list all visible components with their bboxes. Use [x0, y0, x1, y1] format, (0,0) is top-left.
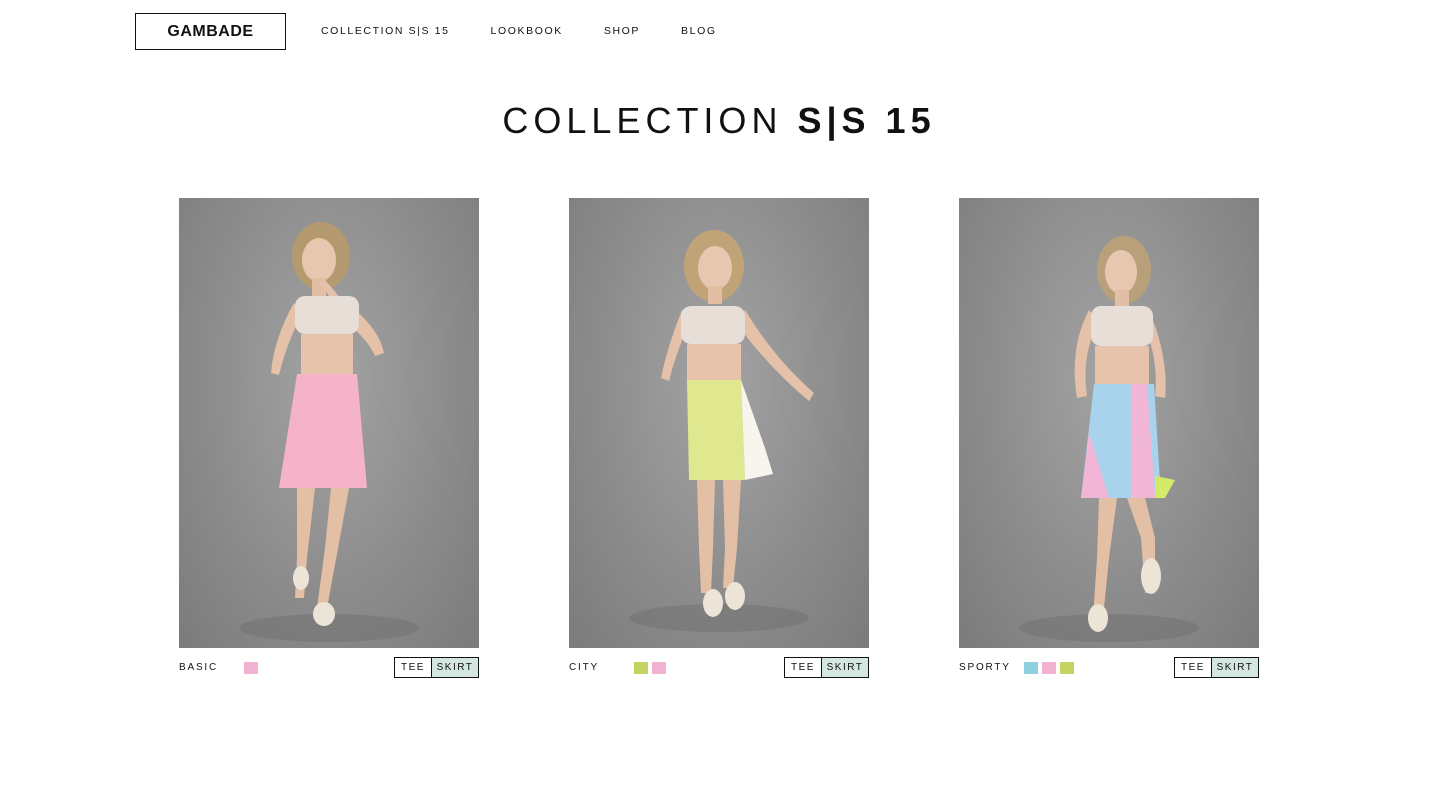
nav-blog[interactable]: BLOG [681, 25, 717, 37]
garment-toggle: TEE SKIRT [784, 657, 869, 678]
color-swatches [1024, 662, 1078, 674]
page-title-strong: S|S 15 [797, 100, 936, 141]
page-title: COLLECTION S|S 15 [0, 100, 1438, 142]
color-swatch[interactable] [1042, 662, 1056, 674]
skirt-shape [279, 374, 367, 488]
model-photo [1019, 236, 1199, 642]
site-header: GAMBADE COLLECTION S|S 15 LOOKBOOK SHOP … [0, 0, 1438, 64]
product-card-sporty: SPORTY TEE SKIRT [959, 198, 1259, 687]
color-swatch[interactable] [652, 662, 666, 674]
skirt-panel [1155, 476, 1175, 498]
product-image-sporty[interactable] [959, 198, 1259, 648]
product-name[interactable]: CITY [569, 662, 599, 673]
product-name[interactable]: SPORTY [959, 662, 1011, 673]
logo[interactable]: GAMBADE [135, 13, 286, 50]
skirt-option[interactable]: SKIRT [1212, 658, 1258, 677]
product-card-city: CITY TEE SKIRT [569, 198, 869, 687]
garment-toggle: TEE SKIRT [394, 657, 479, 678]
tee-option[interactable]: TEE [1175, 658, 1212, 677]
nav-lookbook[interactable]: LOOKBOOK [491, 25, 563, 37]
product-footer-city: CITY TEE SKIRT [569, 657, 869, 687]
product-image-basic[interactable] [179, 198, 479, 648]
skirt-option[interactable]: SKIRT [432, 658, 478, 677]
tee-option[interactable]: TEE [785, 658, 822, 677]
color-swatches [244, 662, 262, 674]
color-swatches [634, 662, 670, 674]
product-footer-basic: BASIC TEE SKIRT [179, 657, 479, 687]
color-swatch[interactable] [1060, 662, 1074, 674]
nav-shop[interactable]: SHOP [604, 25, 640, 37]
skirt-panel [741, 380, 773, 480]
product-card-basic: BASIC TEE SKIRT [179, 198, 479, 687]
tee-option[interactable]: TEE [395, 658, 432, 677]
color-swatch[interactable] [1024, 662, 1038, 674]
product-footer-sporty: SPORTY TEE SKIRT [959, 657, 1259, 687]
main-nav: COLLECTION S|S 15 LOOKBOOK SHOP BLOG [321, 25, 758, 37]
color-swatch[interactable] [634, 662, 648, 674]
model-photo [629, 230, 814, 632]
color-swatch[interactable] [244, 662, 258, 674]
page-title-light: COLLECTION [502, 100, 783, 141]
product-image-city[interactable] [569, 198, 869, 648]
skirt-shape [687, 380, 745, 480]
nav-collection[interactable]: COLLECTION S|S 15 [321, 25, 450, 37]
skirt-option[interactable]: SKIRT [822, 658, 868, 677]
model-photo [239, 222, 419, 642]
garment-toggle: TEE SKIRT [1174, 657, 1259, 678]
product-name[interactable]: BASIC [179, 662, 218, 673]
